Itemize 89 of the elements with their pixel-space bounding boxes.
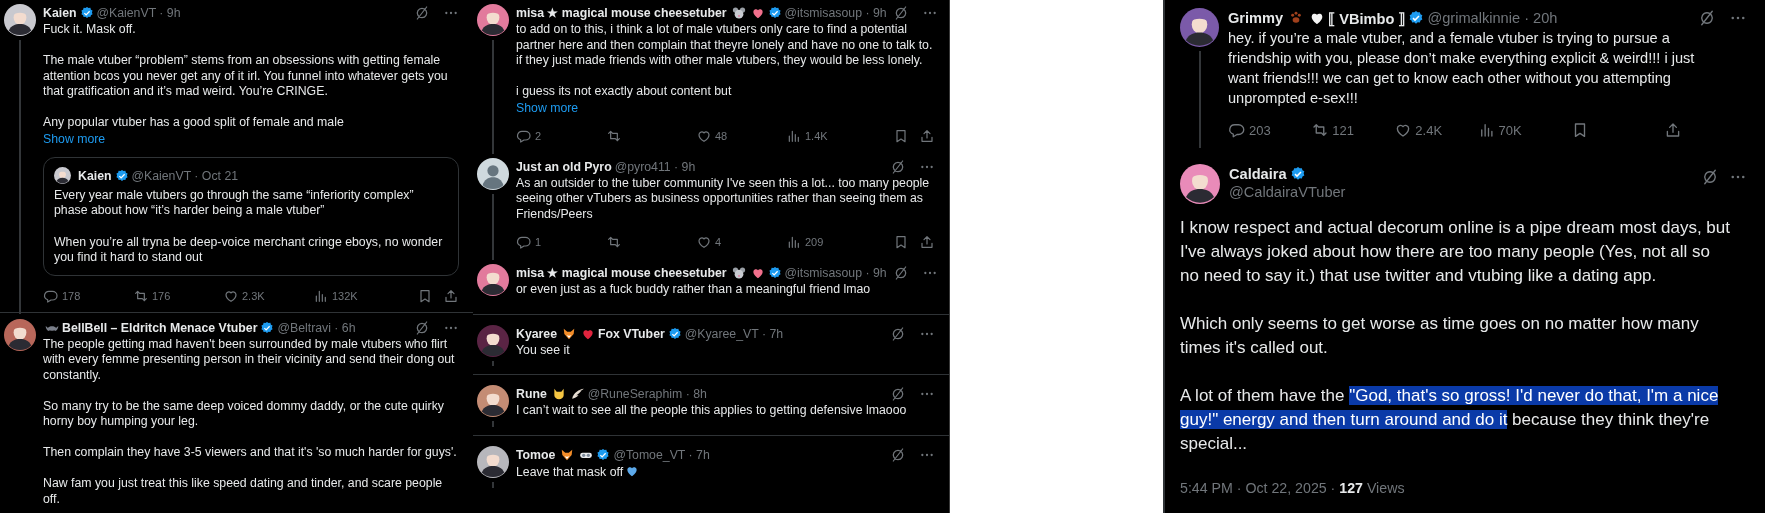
author-name[interactable]: BellBell – Eldritch Menace Vtuber bbox=[62, 320, 258, 335]
avatar[interactable] bbox=[477, 264, 509, 296]
author-name[interactable]: Rune bbox=[516, 387, 547, 401]
reply-button[interactable]: 1 bbox=[516, 234, 606, 250]
tweet-text: or even just as a fuck buddy rather than a meaningful friend lmao bbox=[516, 282, 872, 298]
handle-and-time: @RuneSeraphim · 8h bbox=[587, 387, 707, 401]
handle[interactable]: @CaldairaVTuber bbox=[1229, 184, 1346, 200]
tweet-text: The people getting mad haven't been surrounded by male vtubers who flirt with every femme presenting person in their vicinity and send their dong out constantly. bbox=[43, 336, 456, 383]
bar-chart-icon bbox=[786, 234, 802, 250]
share-button[interactable] bbox=[919, 127, 935, 144]
tweet-text: The male vtuber “problem” stems from an obsessions with getting female attention bcos you never get any of it irl. You funnel into whatever gets you that gratification and it’s mad weird. You’re CRINGE. bbox=[43, 53, 449, 100]
handle-and-time: @KaienVT · Oct 21 bbox=[131, 168, 239, 183]
avatar[interactable] bbox=[4, 318, 36, 351]
handle-and-time: @grimalkinnie · 20h bbox=[1427, 10, 1558, 26]
avatar[interactable] bbox=[477, 324, 509, 357]
author-name[interactable]: Kaien bbox=[78, 168, 112, 183]
avatar[interactable] bbox=[4, 4, 36, 36]
author-name[interactable]: Kaien bbox=[43, 6, 77, 20]
quoted-text: When you’re all tryna be deep-voice merchant cringe eboys, no wonder you find it hard to stand out bbox=[54, 234, 444, 266]
author-name[interactable]: Grimmy bbox=[1228, 10, 1284, 26]
tweet-text: Then complain they have 3-5 viewers and that it's 'so much harder for guys'. bbox=[43, 445, 458, 461]
retweet-icon bbox=[606, 234, 622, 250]
show-more-link[interactable]: Show more bbox=[43, 130, 459, 147]
share-icon bbox=[919, 127, 935, 144]
bookmark-button[interactable] bbox=[893, 234, 909, 250]
tweet-text: Which only seems to get worse as time goes on no matter how many times it's called out. bbox=[1180, 313, 1700, 359]
share-icon bbox=[443, 287, 459, 304]
views-button[interactable]: 1.4K bbox=[786, 127, 876, 144]
quoted-tweet[interactable] bbox=[43, 156, 459, 276]
author-name[interactable]: ⟦ VBimbo ⟧ bbox=[1328, 9, 1406, 27]
author-name[interactable]: misa ★ magical mouse cheesetuber bbox=[516, 266, 727, 280]
share-button[interactable] bbox=[919, 234, 935, 250]
avatar[interactable] bbox=[1180, 8, 1219, 47]
reply-button[interactable]: 2 bbox=[516, 127, 606, 144]
author-name[interactable]: Just an old Pyro bbox=[516, 159, 612, 174]
quoted-text: Every year male vtubers go through the same “inferiority complex” phase about how “it’s harder being a male vtuber” bbox=[54, 187, 415, 219]
author-name[interactable]: Kyaree bbox=[516, 326, 558, 341]
views-button[interactable]: 209 bbox=[786, 234, 876, 250]
avatar[interactable] bbox=[477, 385, 509, 417]
share-button[interactable] bbox=[443, 287, 459, 304]
tweet-text: You see it bbox=[516, 342, 571, 358]
like-button[interactable]: 2.4K bbox=[1394, 121, 1478, 139]
handle-and-time: @Kyaree_VT · 7h bbox=[684, 326, 784, 341]
avatar[interactable] bbox=[1180, 164, 1220, 204]
avatar[interactable] bbox=[477, 157, 509, 190]
views-button[interactable]: 70K bbox=[1477, 121, 1561, 139]
avatar[interactable] bbox=[477, 445, 509, 478]
tweet-text: So many try to be the same deep voiced dommy daddy, or the cute quirky horny boy humping your leg. bbox=[43, 398, 445, 430]
reply-icon bbox=[516, 234, 532, 250]
tweet-text: I know respect and actual decorum online is a pipe dream most days, but I've always joked about how there are too many people (Yes, not all so no need to say it.) that use twitter and vtubing like a dating app. bbox=[1180, 217, 1730, 287]
bookmark-icon bbox=[893, 127, 909, 144]
tweet-text: Leave that mask off bbox=[516, 463, 935, 480]
retweet-button[interactable]: 176 bbox=[133, 287, 223, 304]
tweet-text: hey. if you’re a male vtuber, and a female vtuber is trying to pursue a friendship with you, please don’t make everything explicit & weird!!! i just want friends!!! we can get to know each other without you attempting unprompted e-sex!!! bbox=[1228, 29, 1696, 108]
views-button[interactable]: 132K bbox=[313, 287, 403, 304]
tweet-text: i guess its not exactly about content but bbox=[516, 84, 733, 100]
heart-icon bbox=[696, 234, 712, 250]
avatar[interactable] bbox=[477, 4, 509, 36]
retweet-button[interactable]: 121 bbox=[1311, 121, 1395, 139]
tweet-text: I can’t wait to see all the people this applies to getting defensive lmaooo bbox=[516, 403, 908, 419]
reply-button[interactable]: 203 bbox=[1228, 121, 1312, 139]
bookmark-button[interactable] bbox=[893, 127, 909, 144]
author-name[interactable]: misa ★ magical mouse cheesetuber bbox=[516, 6, 727, 20]
handle-and-time: @KaienVT · 9h bbox=[96, 6, 181, 20]
like-button[interactable]: 4 bbox=[696, 234, 786, 250]
show-more-link[interactable]: Show more bbox=[516, 99, 935, 116]
handle-and-time: @Beltravi · 6h bbox=[277, 320, 356, 335]
like-button[interactable]: 48 bbox=[696, 127, 786, 144]
bookmark-icon bbox=[417, 287, 433, 304]
tweet-text: Any popular vtuber has a good split of female and male bbox=[43, 115, 345, 131]
like-button[interactable]: 2.3K bbox=[223, 287, 313, 304]
author-name[interactable]: Fox VTuber bbox=[598, 326, 665, 341]
share-icon bbox=[919, 234, 935, 250]
handle-and-time: @itsmisasoup · 9h bbox=[784, 266, 887, 280]
tweet-text: Fuck it. Mask off. bbox=[43, 22, 137, 38]
bookmark-icon bbox=[893, 234, 909, 250]
tweet-text: As an outsider to the tuber community I've seen this a lot... too many people seeing other vTubers as business opportunities rather than seeing them as Friends/Peers bbox=[516, 175, 931, 222]
timestamp: 5:44 PM · Oct 22, 2025 · 127 Views bbox=[1180, 480, 1406, 496]
tweet-text: Naw fam you just treat this like speed dating and tinder, and scare people off. bbox=[43, 476, 444, 507]
handle-and-time: @Tomoe_VT · 7h bbox=[613, 447, 710, 462]
bookmark-button[interactable] bbox=[417, 287, 433, 304]
handle-and-time: @itsmisasoup · 9h bbox=[784, 6, 887, 20]
reply-icon bbox=[1228, 121, 1246, 139]
author-name[interactable]: Tomoe bbox=[516, 447, 556, 462]
avatar[interactable] bbox=[54, 167, 71, 184]
author-name[interactable]: Caldaira bbox=[1229, 166, 1287, 182]
tweet-text: to add on to this, i think a lot of male vtubers only care to find a potential partner here and then complain that theyre lonely and have no one to talk to. if they just made friends with other male vtubers, they would be less lonely. bbox=[516, 22, 934, 69]
reply-button[interactable]: 178 bbox=[43, 287, 133, 304]
handle-and-time: @pyro411 · 9h bbox=[614, 159, 696, 174]
